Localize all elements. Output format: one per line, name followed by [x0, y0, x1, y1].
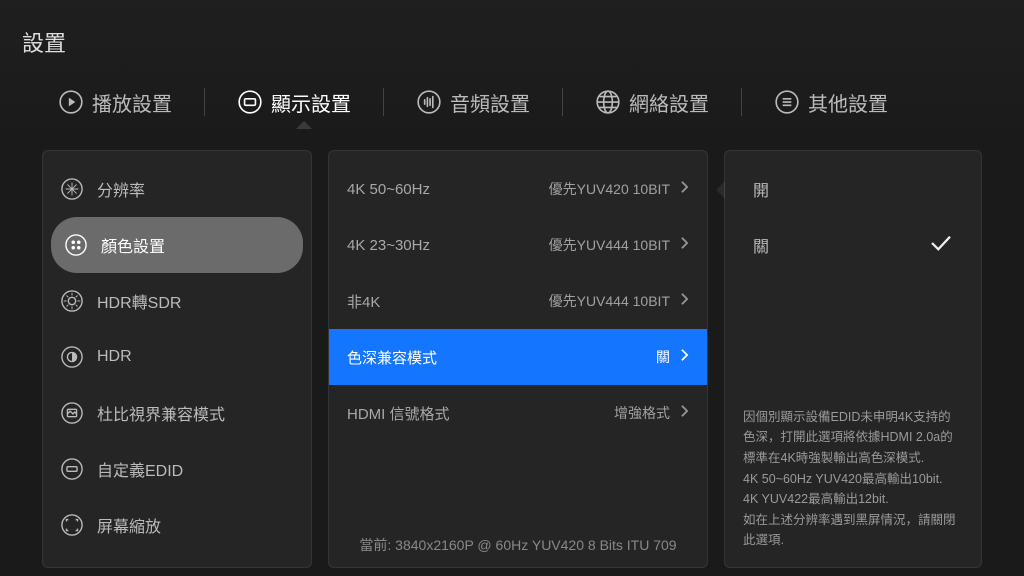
row-hdmi-signal[interactable]: HDMI 信號格式 增強格式: [329, 385, 707, 441]
chevron-right-icon: [680, 348, 689, 366]
sidebar-label: 分辨率: [97, 177, 145, 201]
tab-label: 其他設置: [808, 88, 888, 117]
sidebar-item-edid[interactable]: 自定義EDID: [43, 441, 311, 497]
check-icon: [929, 234, 953, 257]
row-4k-low[interactable]: 4K 23~30Hz 優先YUV444 10BIT: [329, 217, 707, 273]
help-text: 因個別顯示設備EDID未申明4K支持的色深，打開此選項將依據HDMI 2.0a的…: [743, 407, 963, 551]
tab-label: 網絡設置: [629, 88, 709, 117]
option-label: 開: [753, 177, 953, 201]
option-on[interactable]: 開: [725, 161, 981, 217]
audio-icon: [416, 89, 442, 115]
separator: [741, 88, 742, 116]
brightness-icon: [61, 346, 83, 368]
tab-playback[interactable]: 播放設置: [40, 76, 190, 128]
separator: [383, 88, 384, 116]
row-label: HDMI 信號格式: [347, 403, 604, 424]
sidebar-label: 顏色設置: [101, 233, 165, 257]
tab-audio[interactable]: 音頻設置: [398, 76, 548, 128]
sidebar-item-hdr[interactable]: HDR: [43, 329, 311, 385]
tab-indicator: [296, 121, 312, 129]
tab-label: 音頻設置: [450, 88, 530, 117]
edid-icon: [61, 458, 83, 480]
row-label: 4K 50~60Hz: [347, 181, 539, 198]
image-icon: [61, 402, 83, 424]
row-depth-compat[interactable]: 色深兼容模式 關: [329, 329, 707, 385]
row-label: 非4K: [347, 291, 539, 312]
row-value: 優先YUV420 10BIT: [549, 179, 670, 199]
expand-icon: [61, 514, 83, 536]
row-value: 優先YUV444 10BIT: [549, 235, 670, 255]
chevron-right-icon: [680, 236, 689, 254]
tab-label: 顯示設置: [271, 88, 351, 117]
sidebar-item-color[interactable]: 顏色設置: [51, 217, 303, 273]
palette-icon: [65, 234, 87, 256]
row-non4k[interactable]: 非4K 優先YUV444 10BIT: [329, 273, 707, 329]
globe-icon: [595, 89, 621, 115]
row-4k-high[interactable]: 4K 50~60Hz 優先YUV420 10BIT: [329, 161, 707, 217]
sidebar-panel: 分辨率 顏色設置 HDR轉SDR HDR 杜比視界兼容模式 自定義EDID 屏幕…: [42, 150, 312, 568]
resolution-icon: [61, 178, 83, 200]
separator: [562, 88, 563, 116]
row-value: 優先YUV444 10BIT: [549, 291, 670, 311]
sidebar-label: 屏幕縮放: [97, 513, 161, 537]
sidebar-label: HDR轉SDR: [97, 289, 181, 313]
play-icon: [58, 89, 84, 115]
option-label: 關: [753, 233, 929, 257]
chevron-right-icon: [680, 292, 689, 310]
sidebar-item-resolution[interactable]: 分辨率: [43, 161, 311, 217]
convert-icon: [61, 290, 83, 312]
row-value: 關: [656, 347, 670, 367]
sidebar-label: 杜比視界兼容模式: [97, 401, 225, 425]
row-value: 增強格式: [614, 403, 670, 423]
option-off[interactable]: 關: [725, 217, 981, 273]
sidebar-item-hdr2sdr[interactable]: HDR轉SDR: [43, 273, 311, 329]
chevron-right-icon: [680, 404, 689, 422]
top-tab-bar: 播放設置 顯示設置 音頻設置 網絡設置 其他設置: [0, 76, 1024, 128]
row-label: 色深兼容模式: [347, 347, 646, 368]
sidebar-item-zoom[interactable]: 屏幕縮放: [43, 497, 311, 553]
tab-display[interactable]: 顯示設置: [219, 76, 369, 128]
tab-other[interactable]: 其他設置: [756, 76, 906, 128]
separator: [204, 88, 205, 116]
monitor-icon: [237, 89, 263, 115]
sidebar-item-dolby[interactable]: 杜比視界兼容模式: [43, 385, 311, 441]
current-status: 當前: 3840x2160P @ 60Hz YUV420 8 Bits ITU …: [329, 535, 707, 555]
chevron-right-icon: [680, 180, 689, 198]
sidebar-label: 自定義EDID: [97, 457, 183, 481]
options-panel: 開 關 因個別顯示設備EDID未申明4K支持的色深，打開此選項將依據HDMI 2…: [724, 150, 982, 568]
settings-panel: 4K 50~60Hz 優先YUV420 10BIT 4K 23~30Hz 優先Y…: [328, 150, 708, 568]
row-label: 4K 23~30Hz: [347, 237, 539, 254]
menu-icon: [774, 89, 800, 115]
sidebar-label: HDR: [97, 348, 132, 366]
tab-label: 播放設置: [92, 88, 172, 117]
tab-network[interactable]: 網絡設置: [577, 76, 727, 128]
page-title: 設置: [22, 26, 1004, 58]
